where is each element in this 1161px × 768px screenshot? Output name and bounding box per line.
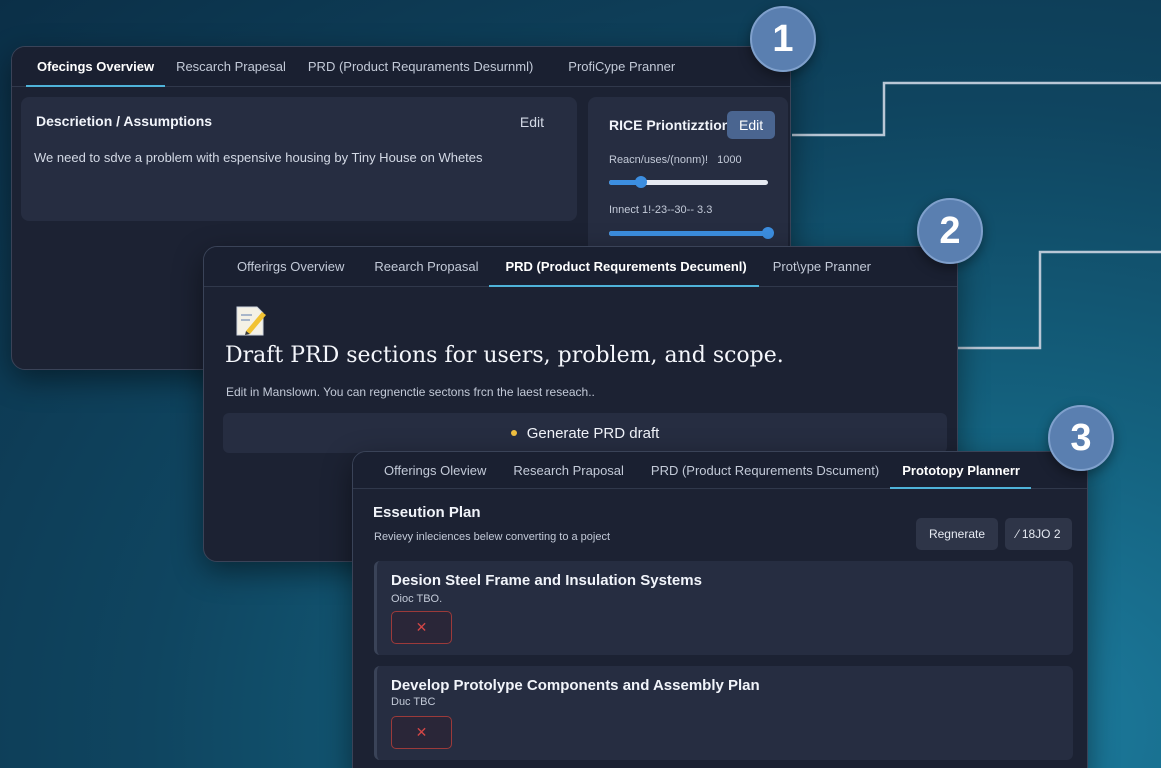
tab-research-proposal[interactable]: Rescarch Prapesal — [165, 47, 297, 86]
reach-slider-knob[interactable] — [634, 176, 647, 188]
generate-prd-button[interactable]: Generate PRD draft — [223, 413, 947, 453]
delete-item-button[interactable]: ✕ — [391, 611, 452, 644]
tab-research-proposal[interactable]: Reearch Propasal — [355, 247, 489, 286]
impact-label: Innect 1!-23--30-- 3.3 — [609, 204, 713, 216]
prototype-planner-panel: Offerings Oleview Research Praposal PRD … — [352, 451, 1088, 768]
plan-item-due: Oioc TBO. — [391, 593, 443, 605]
bullet-dot-icon — [510, 430, 517, 436]
tab-prototype-planner[interactable]: Prot\ype Pranner — [759, 247, 882, 286]
description-title: Descrietion / Assumptions — [36, 113, 213, 129]
plan-item-title: Desion Steel Frame and Insulation System… — [391, 572, 702, 589]
tab-offerings-overview[interactable]: Offerings Oleview — [373, 452, 497, 488]
memo-pencil-icon — [234, 303, 268, 337]
delete-item-button[interactable]: ✕ — [391, 716, 452, 749]
description-card: Descrietion / Assumptions Edit We need t… — [21, 97, 577, 221]
plan-item-title: Develop Protolype Components and Assembl… — [391, 677, 760, 694]
connector-line-2 — [958, 250, 1161, 350]
panel3-tab-bar: Offerings Oleview Research Praposal PRD … — [353, 452, 1087, 489]
tab-prd[interactable]: PRD (Product Requraments Desurnml) — [297, 47, 557, 86]
prd-heading: Draft PRD sections for users, problem, a… — [225, 343, 784, 368]
step-badge-1: 1 — [750, 6, 816, 72]
reach-label: Reacn/uses/(nonm)! 1000 — [609, 154, 742, 166]
tab-prototype-planner[interactable]: ProfiCype Pranner — [557, 47, 686, 86]
reach-label-text: Reacn/uses/(nonm)! — [609, 154, 709, 166]
tab-prd[interactable]: PRD (Product Requrements Dscument) — [635, 452, 890, 488]
close-icon: ✕ — [415, 619, 428, 635]
impact-slider-knob[interactable] — [762, 227, 774, 239]
version-button[interactable]: ⁄ 18JO 2 — [1005, 518, 1072, 550]
plan-item: Desion Steel Frame and Insulation System… — [374, 561, 1073, 655]
rice-edit-button[interactable]: Edit — [727, 111, 776, 139]
execution-plan-title: Esseution Plan — [373, 504, 481, 521]
panel1-tab-bar: Ofecings Overview Rescarch Prapesal PRD … — [12, 47, 790, 87]
tab-offerings-overview[interactable]: Ofecings Overview — [26, 47, 166, 87]
description-edit-button[interactable]: Edit — [520, 114, 544, 130]
connector-line-1 — [792, 81, 1161, 137]
panel2-tab-bar: Offerirgs Overview Reearch Propasal PRD … — [204, 247, 957, 287]
impact-slider-fill — [609, 231, 768, 236]
step-badge-3: 3 — [1048, 405, 1114, 471]
plan-item: Develop Protolype Components and Assembl… — [374, 666, 1073, 760]
reach-slider[interactable] — [609, 176, 768, 188]
plan-item-due: Duc TBC — [391, 696, 436, 708]
generate-prd-label: Generate PRD draft — [526, 424, 660, 442]
reach-value: 1000 — [717, 154, 742, 166]
prd-subtext: Edit in Manslown. You can regnenctie sec… — [226, 385, 595, 399]
tab-research-proposal[interactable]: Research Praposal — [497, 452, 635, 488]
step-badge-2: 2 — [917, 198, 983, 264]
tab-prd[interactable]: PRD (Product Requrements Decumenl) — [489, 247, 760, 287]
tab-offerings-overview[interactable]: Offerirgs Overview — [226, 247, 355, 286]
regenerate-button[interactable]: Regnerate — [916, 518, 998, 550]
tab-prototype-planner[interactable]: Prototopy Plannerr — [890, 452, 1031, 489]
impact-slider[interactable] — [609, 227, 774, 239]
execution-plan-subtitle: Revievy inleciences belew converting to … — [374, 531, 611, 543]
rice-title: RICE Priontizztion — [609, 117, 731, 133]
close-icon: ✕ — [415, 724, 428, 740]
description-text: We need to sdve a problem with espensive… — [34, 150, 483, 165]
